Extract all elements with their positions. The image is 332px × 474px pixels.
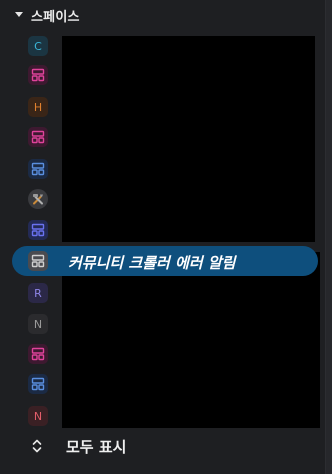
section-title: 스페이스 (31, 10, 80, 25)
space-item[interactable]: H (26, 95, 50, 119)
grid-icon (28, 220, 48, 240)
space-item[interactable] (26, 125, 50, 149)
space-letter: H (33, 100, 43, 114)
grid-icon (28, 159, 48, 179)
show-all-button[interactable]: 모두 표시 (0, 432, 320, 460)
space-letter-icon: H (28, 97, 48, 117)
space-item[interactable] (26, 63, 50, 87)
grid-icon (28, 344, 48, 364)
space-item-active-icon-wrap[interactable] (26, 249, 50, 273)
redacted-area-top (62, 36, 315, 242)
space-item[interactable]: N (26, 312, 50, 336)
space-letter-icon: C (28, 36, 48, 56)
space-item-active[interactable]: 커뮤니티 크롤러 에러 알림 (12, 246, 318, 276)
space-item[interactable] (26, 157, 50, 181)
space-letter: R (34, 286, 42, 300)
grid-icon (28, 65, 48, 85)
chevron-up-down-icon (32, 439, 42, 453)
spaces-section-header[interactable]: 스페이스 (0, 0, 320, 30)
active-space-label: 커뮤니티 크롤러 에러 알림 (68, 254, 236, 272)
space-letter: C (34, 39, 42, 53)
space-item[interactable] (26, 187, 50, 211)
scrollbar-track[interactable] (326, 0, 332, 474)
tools-icon (28, 189, 48, 209)
grid-icon (28, 251, 48, 271)
space-letter: N (33, 409, 43, 423)
show-all-label: 모두 표시 (66, 438, 127, 456)
grid-icon (28, 374, 48, 394)
space-letter: N (33, 317, 43, 331)
space-letter-icon: N (28, 314, 48, 334)
space-item[interactable]: R (26, 281, 50, 305)
space-item[interactable] (26, 342, 50, 366)
caret-down-icon[interactable] (15, 12, 23, 17)
space-item[interactable]: N (26, 404, 50, 428)
space-item[interactable] (26, 372, 50, 396)
grid-icon (28, 127, 48, 147)
space-item[interactable]: C (26, 34, 50, 58)
space-item[interactable] (26, 218, 50, 242)
space-letter-icon: R (28, 283, 48, 303)
redacted-area-bottom (62, 252, 320, 428)
space-letter-icon: N (28, 406, 48, 426)
